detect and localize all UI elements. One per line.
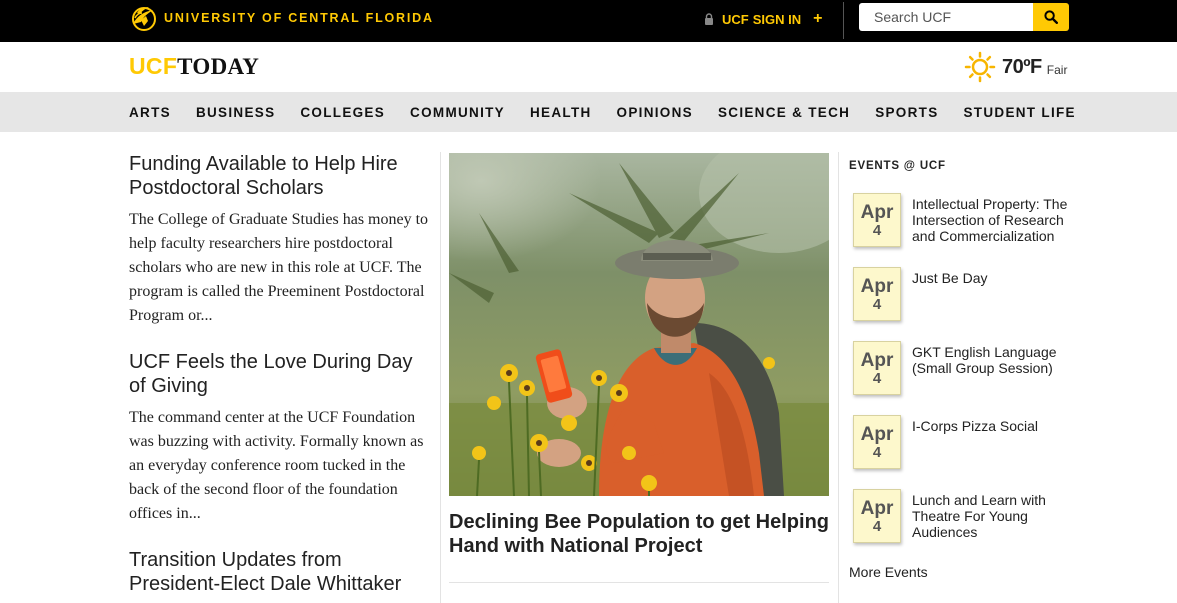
nav-business[interactable]: BUSINESS <box>196 105 275 120</box>
event-date-tile: Apr 4 <box>853 489 901 543</box>
column-divider <box>440 152 441 603</box>
event-title[interactable]: Lunch and Learn with Theatre For Young A… <box>912 492 1077 540</box>
pegasus-logo-icon <box>132 7 156 31</box>
event-day: 4 <box>872 518 882 535</box>
sun-icon <box>964 51 996 83</box>
nav-student-life[interactable]: STUDENT LIFE <box>964 105 1076 120</box>
event-item[interactable]: Apr 4 I-Corps Pizza Social <box>853 415 1073 469</box>
search-icon <box>1044 10 1058 24</box>
story-title[interactable]: Funding Available to Help Hire Postdocto… <box>129 152 429 200</box>
signin-link[interactable]: UCF SIGN IN + <box>704 11 822 27</box>
event-day: 4 <box>872 222 882 239</box>
lock-icon <box>705 13 713 25</box>
signin-label: SIGN IN <box>752 11 802 27</box>
story-title[interactable]: Transition Updates from President-Elect … <box>129 548 429 596</box>
story-excerpt: The College of Graduate Studies has mone… <box>129 211 429 324</box>
brand-today: TODAY <box>177 54 260 79</box>
temperature: 70ºF <box>1002 55 1042 78</box>
search-input[interactable] <box>859 3 1034 31</box>
event-month: Apr <box>860 424 894 445</box>
nav-arts[interactable]: ARTS <box>129 105 171 120</box>
event-day: 4 <box>872 296 882 313</box>
event-item[interactable]: Apr 4 GKT English Language (Small Group … <box>853 341 1073 395</box>
main-nav: ARTS BUSINESS COLLEGES COMMUNITY HEALTH … <box>0 92 1177 132</box>
event-title[interactable]: I-Corps Pizza Social <box>912 418 1077 434</box>
more-events-link[interactable]: More Events <box>849 564 928 580</box>
event-month: Apr <box>860 350 894 371</box>
event-title[interactable]: Just Be Day <box>912 270 1077 286</box>
nav-health[interactable]: HEALTH <box>530 105 592 120</box>
event-day: 4 <box>872 370 882 387</box>
ucf-wordmark: UNIVERSITY OF CENTRAL FLORIDA <box>164 11 434 25</box>
nav-list: ARTS BUSINESS COLLEGES COMMUNITY HEALTH … <box>129 92 1076 132</box>
search-button[interactable] <box>1033 3 1069 31</box>
nav-opinions[interactable]: OPINIONS <box>617 105 693 120</box>
top-bar: UNIVERSITY OF CENTRAL FLORIDA UCF SIGN I… <box>0 0 1177 42</box>
column-divider <box>838 152 839 603</box>
story-item: Funding Available to Help Hire Postdocto… <box>129 152 429 328</box>
story-item: Transition Updates from President-Elect … <box>129 548 429 596</box>
signin-prefix: UCF <box>722 11 749 27</box>
story-list: Funding Available to Help Hire Postdocto… <box>129 152 429 603</box>
feature-image[interactable] <box>449 153 829 496</box>
nav-colleges[interactable]: COLLEGES <box>300 105 385 120</box>
weather-condition: Fair <box>1046 63 1068 77</box>
feature-divider <box>449 582 829 583</box>
event-item[interactable]: Apr 4 Intellectual Property: The Interse… <box>853 193 1073 247</box>
top-divider <box>843 2 844 39</box>
story-title[interactable]: UCF Feels the Love During Day of Giving <box>129 350 429 398</box>
event-date-tile: Apr 4 <box>853 267 901 321</box>
nav-community[interactable]: COMMUNITY <box>410 105 505 120</box>
event-day: 4 <box>872 444 882 461</box>
event-title[interactable]: GKT English Language (Small Group Sessio… <box>912 344 1077 376</box>
plus-icon[interactable]: + <box>813 11 822 27</box>
event-title[interactable]: Intellectual Property: The Intersection … <box>912 196 1077 244</box>
brand-ucf: UCF <box>129 53 178 79</box>
event-month: Apr <box>860 498 894 519</box>
ucf-logo-link[interactable]: UNIVERSITY OF CENTRAL FLORIDA <box>129 4 434 32</box>
event-month: Apr <box>860 202 894 223</box>
event-date-tile: Apr 4 <box>853 341 901 395</box>
ucf-today-logo[interactable]: UCFTODAY <box>129 53 259 80</box>
event-item[interactable]: Apr 4 Just Be Day <box>853 267 1073 321</box>
nav-science-tech[interactable]: SCIENCE & TECH <box>718 105 850 120</box>
weather-widget: 70ºF Fair <box>964 51 1067 83</box>
event-month: Apr <box>860 276 894 297</box>
feature-title[interactable]: Declining Bee Population to get Helping … <box>449 510 829 558</box>
story-item: UCF Feels the Love During Day of Giving … <box>129 350 429 526</box>
story-excerpt: The command center at the UCF Foundation… <box>129 409 424 522</box>
event-item[interactable]: Apr 4 Lunch and Learn with Theatre For Y… <box>853 489 1073 543</box>
nav-sports[interactable]: SPORTS <box>875 105 938 120</box>
feature-photo <box>449 153 829 496</box>
event-date-tile: Apr 4 <box>853 415 901 469</box>
event-date-tile: Apr 4 <box>853 193 901 247</box>
events-heading: EVENTS @ UCF <box>849 160 946 172</box>
